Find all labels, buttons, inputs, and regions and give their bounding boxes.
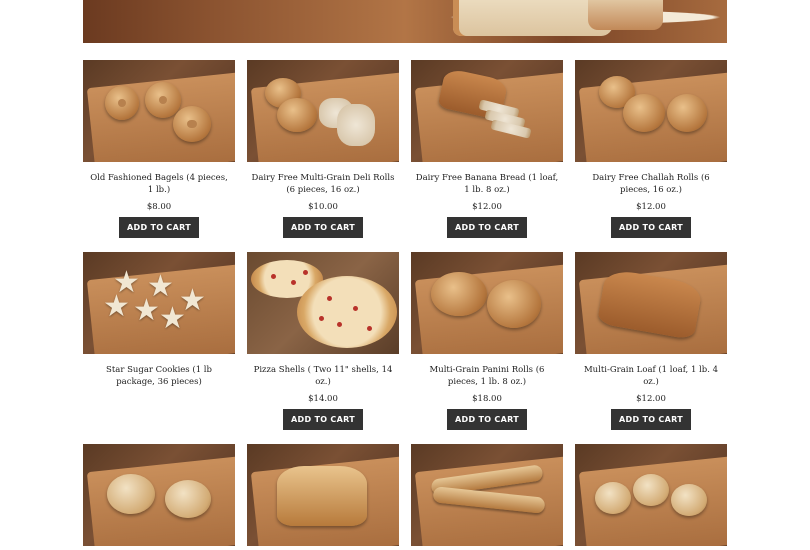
product-card — [83, 444, 235, 546]
panini-rolls-image[interactable] — [411, 252, 563, 354]
product-name[interactable]: Dairy Free Challah Rolls (6 pieces, 16 o… — [575, 172, 727, 196]
dinner-rolls-image[interactable] — [575, 444, 727, 546]
product-card — [575, 444, 727, 546]
bagels-image[interactable] — [83, 60, 235, 162]
product-price: $18.00 — [472, 394, 502, 404]
star-cookies-image[interactable]: ★ ★ ★ ★ ★ ★ — [83, 252, 235, 354]
pizza-shells-image[interactable] — [247, 252, 399, 354]
product-name[interactable]: Pizza Shells ( Two 11" shells, 14 oz.) — [247, 364, 399, 388]
product-price: $12.00 — [636, 394, 666, 404]
product-name[interactable]: Dairy Free Banana Bread (1 loaf, 1 lb. 8… — [411, 172, 563, 196]
shop-page: Old Fashioned Bagels (4 pieces, 1 lb.) $… — [0, 0, 810, 550]
multigrain-loaf-image[interactable] — [575, 252, 727, 354]
product-price: $8.00 — [146, 202, 172, 212]
product-name[interactable]: Dairy Free Multi-Grain Deli Rolls (6 pie… — [247, 172, 399, 196]
product-card: Dairy Free Challah Rolls (6 pieces, 16 o… — [575, 60, 727, 238]
product-card: Pizza Shells ( Two 11" shells, 14 oz.) $… — [247, 252, 399, 430]
product-card: Dairy Free Banana Bread (1 loaf, 1 lb. 8… — [411, 60, 563, 238]
product-name[interactable]: Multi-Grain Panini Rolls (6 pieces, 1 lb… — [411, 364, 563, 388]
product-card: Old Fashioned Bagels (4 pieces, 1 lb.) $… — [83, 60, 235, 238]
product-name[interactable]: Star Sugar Cookies (1 lb package, 36 pie… — [83, 364, 235, 388]
boules-image[interactable] — [83, 444, 235, 546]
add-to-cart-button[interactable]: ADD TO CART — [283, 217, 363, 238]
product-name[interactable]: Multi-Grain Loaf (1 loaf, 1 lb. 4 oz.) — [575, 364, 727, 388]
product-price: $10.00 — [308, 202, 338, 212]
challah-rolls-image[interactable] — [575, 60, 727, 162]
add-to-cart-button[interactable]: ADD TO CART — [283, 409, 363, 430]
product-card — [411, 444, 563, 546]
product-price: $12.00 — [472, 202, 502, 212]
product-card: Multi-Grain Loaf (1 loaf, 1 lb. 4 oz.) $… — [575, 252, 727, 430]
sandwich-loaf-image[interactable] — [247, 444, 399, 546]
deli-rolls-image[interactable] — [247, 60, 399, 162]
product-card — [247, 444, 399, 546]
product-name[interactable]: Old Fashioned Bagels (4 pieces, 1 lb.) — [83, 172, 235, 196]
product-card: ★ ★ ★ ★ ★ ★ Star Sugar Cookies (1 lb pac… — [83, 252, 235, 388]
product-card: Dairy Free Multi-Grain Deli Rolls (6 pie… — [247, 60, 399, 238]
product-price: $14.00 — [308, 394, 338, 404]
add-to-cart-button[interactable]: ADD TO CART — [447, 409, 527, 430]
add-to-cart-button[interactable]: ADD TO CART — [119, 217, 199, 238]
add-to-cart-button[interactable]: ADD TO CART — [611, 217, 691, 238]
bread-banner-image — [83, 0, 727, 43]
banana-bread-image[interactable] — [411, 60, 563, 162]
add-to-cart-button[interactable]: ADD TO CART — [447, 217, 527, 238]
baguettes-image[interactable] — [411, 444, 563, 546]
loaf-end-shape — [588, 0, 663, 30]
product-price: $12.00 — [636, 202, 666, 212]
product-card: Multi-Grain Panini Rolls (6 pieces, 1 lb… — [411, 252, 563, 430]
add-to-cart-button[interactable]: ADD TO CART — [611, 409, 691, 430]
